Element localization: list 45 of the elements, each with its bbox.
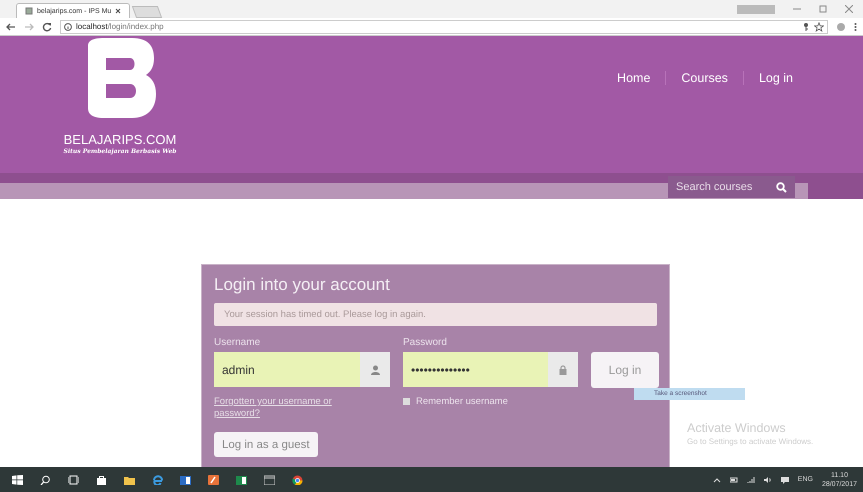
terminal-icon[interactable] bbox=[264, 474, 275, 484]
search-icon[interactable] bbox=[776, 182, 787, 192]
back-icon[interactable] bbox=[6, 22, 16, 32]
brand-name: BELAJARIPS.COM bbox=[64, 132, 176, 147]
nav-link[interactable]: Courses bbox=[681, 71, 728, 85]
chevron-up-icon[interactable] bbox=[712, 476, 721, 484]
remember-checkbox[interactable] bbox=[403, 398, 410, 405]
battery-icon[interactable] bbox=[730, 476, 738, 484]
address-bar[interactable]: localhost/login/index.php bbox=[60, 20, 828, 34]
signal-icon[interactable] bbox=[746, 476, 755, 484]
login-button[interactable]: Log in bbox=[591, 352, 659, 388]
menu-icon[interactable] bbox=[854, 22, 857, 32]
presentation-app-icon[interactable] bbox=[208, 474, 219, 484]
forgot-password-link[interactable]: Forgotten your username or password? bbox=[214, 396, 354, 420]
nav-link[interactable]: Log in bbox=[758, 71, 793, 85]
nav-link[interactable]: Home bbox=[617, 71, 650, 85]
checkbox-label: Remember username bbox=[416, 396, 508, 407]
close-icon[interactable] bbox=[115, 8, 122, 14]
search-field[interactable]: Search courses bbox=[668, 176, 795, 198]
restore-icon[interactable] bbox=[819, 5, 827, 13]
task-view-icon[interactable] bbox=[68, 474, 79, 484]
search-icon[interactable] bbox=[40, 474, 51, 484]
field-label: Username bbox=[214, 337, 262, 350]
lock-icon bbox=[559, 364, 567, 374]
page-icon bbox=[25, 7, 33, 15]
spreadsheet-app-icon[interactable] bbox=[236, 474, 247, 484]
document-app-icon[interactable] bbox=[180, 474, 191, 484]
search-placeholder: Search courses bbox=[676, 181, 752, 193]
guest-login-button[interactable]: Log in as a guest bbox=[214, 432, 318, 457]
volume-icon[interactable] bbox=[764, 476, 772, 484]
shopping-bag-icon[interactable] bbox=[96, 474, 107, 484]
field-label: Password bbox=[403, 337, 448, 350]
reload-icon[interactable] bbox=[42, 22, 52, 32]
session-alert: Your session has timed out. Please log in again. bbox=[214, 303, 657, 326]
user-icon bbox=[370, 364, 380, 374]
key-icon[interactable] bbox=[802, 22, 810, 32]
windows-icon[interactable] bbox=[12, 474, 23, 484]
chrome-icon[interactable] bbox=[292, 474, 303, 484]
url-text: localhost/login/index.php bbox=[76, 22, 164, 31]
info-icon bbox=[64, 22, 72, 30]
folder-icon[interactable] bbox=[124, 474, 135, 484]
notification-icon[interactable] bbox=[780, 476, 789, 484]
browser-e-icon[interactable] bbox=[152, 474, 163, 484]
card-title: Login into your account bbox=[214, 275, 391, 295]
star-icon[interactable] bbox=[814, 22, 824, 32]
